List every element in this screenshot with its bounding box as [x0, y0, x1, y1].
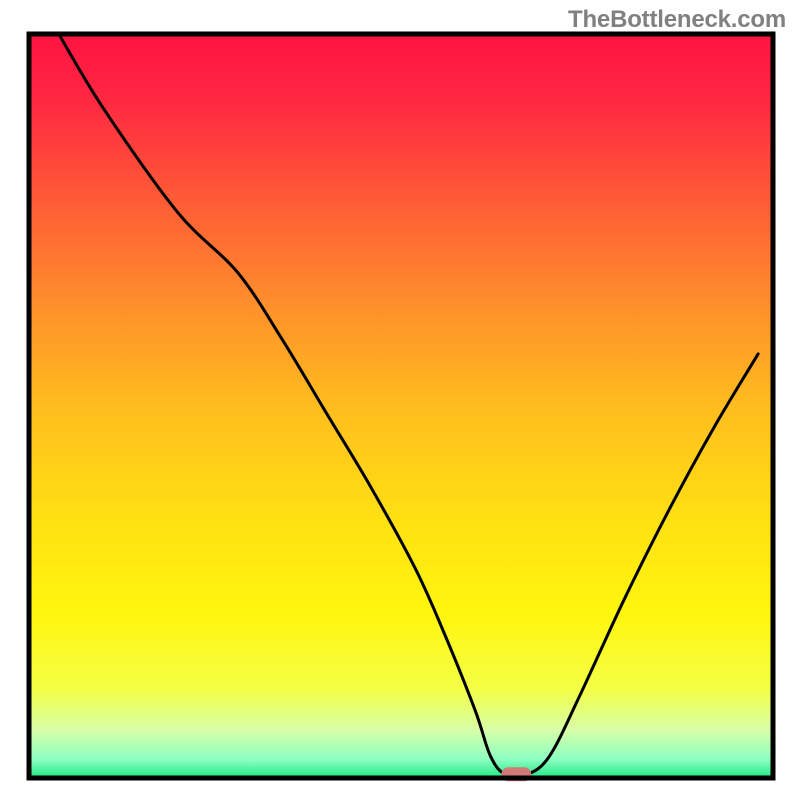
- plot-background: [29, 34, 773, 778]
- chart-container: { "watermark": "TheBottleneck.com", "col…: [0, 0, 800, 800]
- bottleneck-chart: [0, 0, 800, 800]
